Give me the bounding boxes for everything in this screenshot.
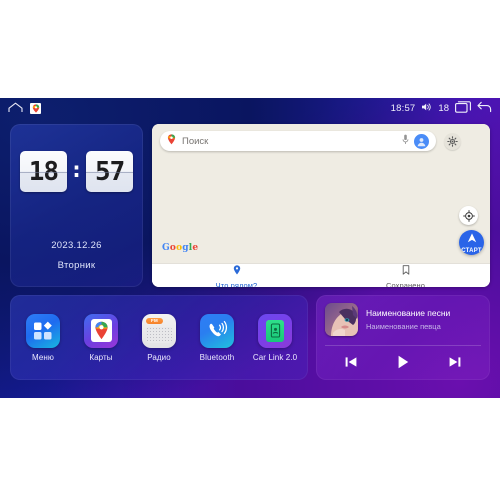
map-bottom-tabs: Что рядом? Сохранено: [152, 263, 490, 287]
layers-settings-icon[interactable]: [444, 133, 461, 150]
track-info-row: Наименование песни Наименование певца: [325, 303, 481, 336]
volume-level: 18: [438, 102, 449, 114]
date-block: 2023.12.26 Вторник: [10, 240, 143, 271]
app-shortcuts-dock: Меню Карты FM Радио Bluetooth Car Link 2…: [10, 295, 308, 380]
clock-widget[interactable]: 18 : 57 2023.12.26 Вторник: [10, 124, 143, 287]
app-shortcut-maps[interactable]: Карты: [74, 313, 128, 362]
microphone-icon[interactable]: [402, 132, 409, 150]
play-icon: [396, 354, 410, 375]
clock-minutes: 57: [86, 151, 134, 192]
music-player-widget: Наименование песни Наименование певца: [316, 295, 490, 380]
start-navigation-button[interactable]: СТАРТ: [459, 230, 484, 255]
car-link-icon: [258, 313, 292, 348]
app-shortcut-menu[interactable]: Меню: [16, 313, 70, 362]
fm-badge: FM: [146, 317, 163, 324]
skip-previous-icon: [344, 355, 358, 374]
navigation-arrow-icon: [466, 231, 478, 249]
home-icon[interactable]: [8, 102, 23, 115]
radio-speaker-grill: [146, 326, 172, 343]
app-label: Радио: [147, 352, 171, 362]
track-meta: Наименование песни Наименование певца: [366, 308, 450, 331]
track-artist: Наименование певца: [366, 322, 441, 331]
app-label: Bluetooth: [199, 352, 235, 362]
app-shortcut-carlink[interactable]: Car Link 2.0: [248, 313, 302, 362]
recents-icon[interactable]: [455, 101, 471, 115]
playback-controls: [325, 351, 481, 377]
date-text: 2023.12.26: [51, 240, 102, 251]
logo-letter: G: [162, 243, 170, 253]
location-pin-icon: [233, 262, 241, 280]
apps-grid-icon: [26, 313, 60, 348]
search-placeholder: Поиск: [182, 135, 209, 147]
fm-radio-icon: FM: [142, 313, 176, 348]
compass-locate-icon[interactable]: [459, 206, 478, 225]
weekday-text: Вторник: [57, 260, 96, 271]
bookmark-icon: [402, 262, 410, 280]
album-art: [325, 303, 358, 336]
google-logo: G o o g l e: [162, 243, 198, 253]
next-track-button[interactable]: [440, 353, 470, 375]
status-bar: 18:57 18: [0, 98, 500, 118]
app-label: Car Link 2.0: [252, 352, 298, 362]
app-label: Карты: [89, 352, 113, 362]
app-shortcut-bluetooth[interactable]: Bluetooth: [190, 313, 244, 362]
logo-letter: e: [192, 243, 199, 253]
tab-saved-label: Сохранено: [385, 280, 426, 288]
skip-next-icon: [448, 355, 462, 374]
previous-track-button[interactable]: [336, 353, 366, 375]
status-time: 18:57: [390, 102, 416, 114]
tab-saved[interactable]: Сохранено: [321, 262, 490, 288]
speaker-icon[interactable]: [421, 102, 432, 114]
google-maps-icon[interactable]: [30, 102, 41, 114]
track-title: Наименование песни: [366, 308, 451, 318]
app-label: Меню: [31, 352, 55, 362]
maps-widget[interactable]: Поиск G o o g l e СТАРТ Что рядом? Сохра…: [152, 124, 490, 287]
play-button[interactable]: [388, 353, 418, 375]
divider: [325, 345, 481, 346]
app-shortcut-radio[interactable]: FM Радио: [132, 313, 186, 362]
tab-nearby[interactable]: Что рядом?: [152, 262, 321, 288]
bluetooth-phone-icon: [200, 313, 234, 348]
car-head-unit-screen: 18:57 18 18: 57 2023.12.26 Вторник Поис…: [0, 98, 500, 398]
search-input[interactable]: Поиск: [160, 131, 436, 151]
google-maps-icon: [84, 313, 118, 348]
tab-nearby-label: Что рядом?: [215, 280, 258, 288]
clock-separator: :: [69, 157, 84, 183]
clock-hours: 18: [19, 151, 67, 192]
back-arrow-icon[interactable]: [477, 101, 492, 115]
account-avatar-icon[interactable]: [414, 133, 429, 149]
flip-clock: 18 : 57: [10, 151, 143, 192]
map-pin-icon: [167, 132, 176, 150]
